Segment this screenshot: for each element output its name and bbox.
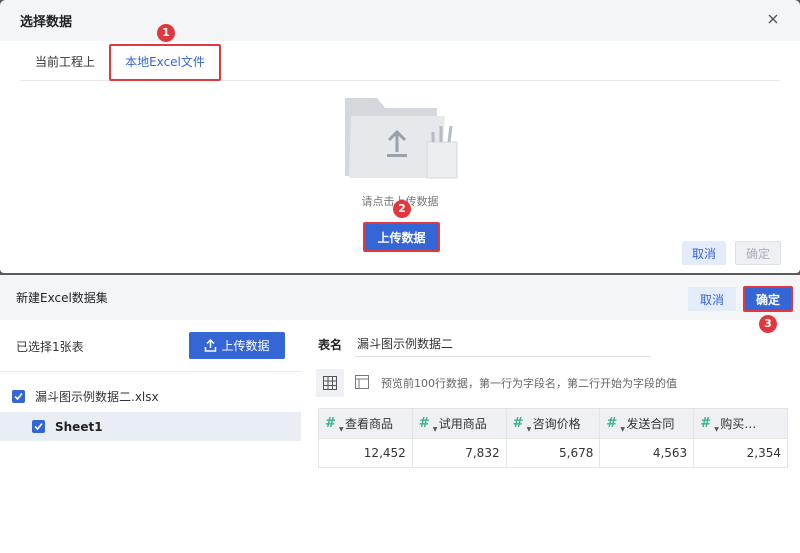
checkbox-checked-icon[interactable] (32, 420, 45, 433)
dataset-cancel-button[interactable]: 取消 (688, 287, 736, 311)
upload-button-label: 上传数据 (221, 339, 270, 353)
preview-hint: 预览前100行数据，第一行为字段名，第二行开始为字段的值 (381, 377, 677, 390)
checkbox-checked-icon[interactable] (12, 390, 25, 403)
column-header[interactable]: # ▼ 发送合同 (599, 408, 695, 439)
select-data-dialog: 选择数据 当前工程上 本地Excel文件 1 请点击上传数据 2 上传数据 取消… (0, 0, 800, 273)
numeric-type-icon: # ▼ (512, 416, 532, 432)
step-badge-2: 2 (393, 200, 411, 218)
selected-count: 已选择1张表 (16, 340, 84, 354)
table-cell: 4,563 (599, 438, 695, 468)
column-header[interactable]: # ▼ 咨询价格 (505, 408, 601, 439)
preview-table: # ▼ 查看商品 # ▼ 试用商品 # ▼ 咨询价格 # ▼ 发送合同 # ▼ 购买… 12,452… (318, 408, 788, 468)
numeric-type-icon: # ▼ (418, 416, 438, 432)
form-view-icon[interactable] (355, 375, 369, 392)
tab-local-excel[interactable]: 本地Excel文件 (109, 44, 221, 81)
upload-icon (205, 339, 217, 352)
column-header[interactable]: # ▼ 查看商品 (318, 408, 413, 439)
divider (0, 371, 302, 372)
dialog-header: 选择数据 (0, 0, 800, 41)
table-cell: 5,678 (505, 438, 601, 468)
upload-data-button-2[interactable]: 上传数据 (189, 332, 285, 359)
column-header[interactable]: # ▼ 购买… (693, 408, 788, 439)
ok-button-disabled: 确定 (735, 241, 781, 265)
close-icon[interactable] (766, 12, 780, 26)
file-item[interactable]: 漏斗图示例数据二.xlsx (12, 388, 159, 405)
tab-current-project[interactable]: 当前工程上 (35, 47, 95, 81)
dataset-header: 新建Excel数据集 取消 确定 (0, 275, 800, 320)
sheet-name: Sheet1 (55, 419, 103, 434)
table-cell: 7,832 (411, 438, 507, 468)
table-name-input[interactable] (355, 331, 651, 357)
table-cell: 2,354 (693, 438, 788, 468)
cancel-button[interactable]: 取消 (682, 241, 726, 265)
sheet-item[interactable]: Sheet1 (0, 412, 301, 441)
folder-upload-icon (341, 96, 461, 180)
dataset-ok-button[interactable]: 确定 (743, 286, 793, 312)
step-badge-1: 1 (157, 24, 175, 42)
dialog-title: 选择数据 (20, 15, 73, 30)
upload-data-button[interactable]: 上传数据 (363, 222, 440, 252)
grid-view-icon[interactable] (316, 369, 344, 397)
new-excel-dataset-dialog: 新建Excel数据集 取消 确定 已选择1张表 上传数据 漏斗图示例数据二.xl… (0, 275, 800, 553)
table-header-row: # ▼ 查看商品 # ▼ 试用商品 # ▼ 咨询价格 # ▼ 发送合同 # ▼ 购买… (318, 408, 788, 439)
numeric-type-icon: # ▼ (325, 416, 344, 432)
source-tabs: 当前工程上 本地Excel文件 (20, 44, 780, 81)
step-badge-3: 3 (759, 315, 777, 333)
numeric-type-icon: # ▼ (700, 416, 719, 432)
table-name-label: 表名 (318, 338, 343, 352)
column-header[interactable]: # ▼ 试用商品 (411, 408, 507, 439)
file-name: 漏斗图示例数据二.xlsx (35, 390, 159, 404)
table-row: 12,452 7,832 5,678 4,563 2,354 (318, 438, 788, 468)
dataset-title: 新建Excel数据集 (16, 291, 108, 305)
table-cell: 12,452 (318, 438, 413, 468)
numeric-type-icon: # ▼ (606, 416, 626, 432)
